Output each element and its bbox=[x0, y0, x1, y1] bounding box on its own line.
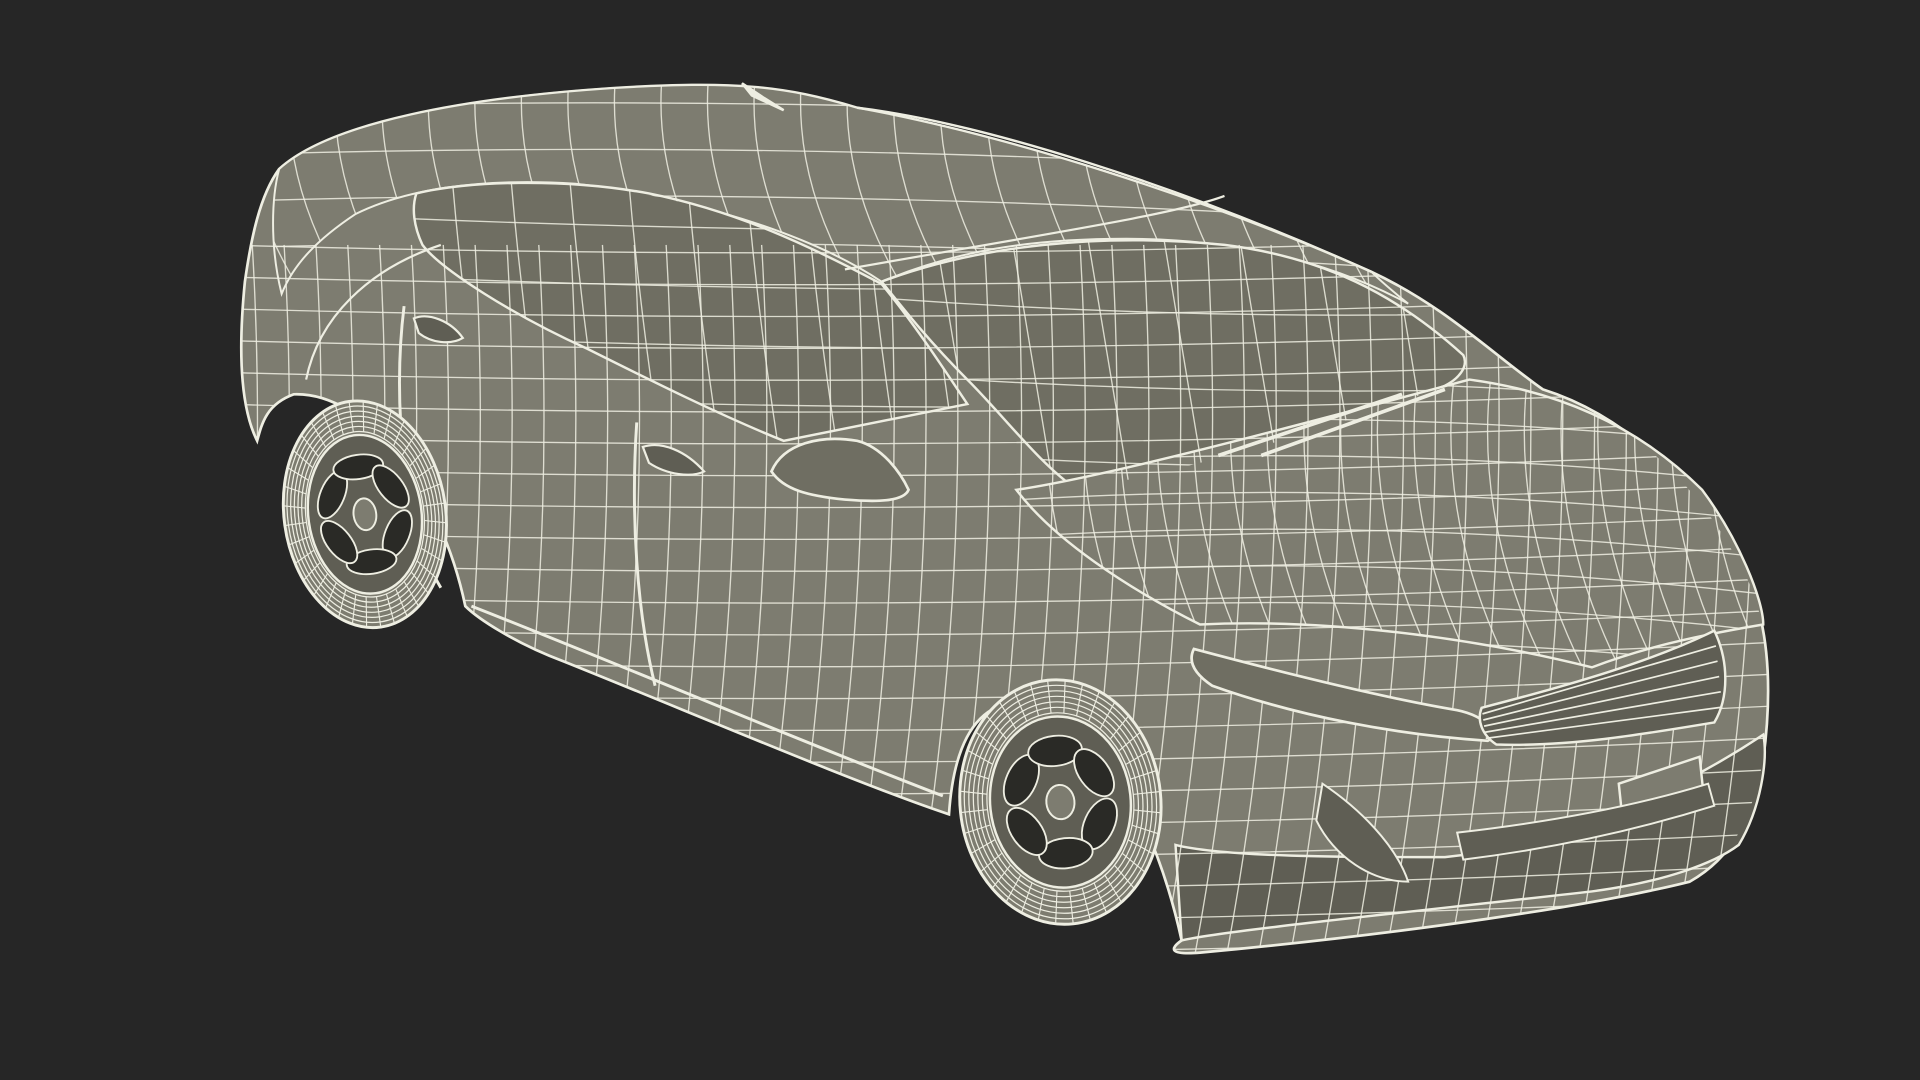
car-wireframe-render bbox=[239, 82, 1770, 955]
render-viewport bbox=[0, 0, 1920, 1080]
